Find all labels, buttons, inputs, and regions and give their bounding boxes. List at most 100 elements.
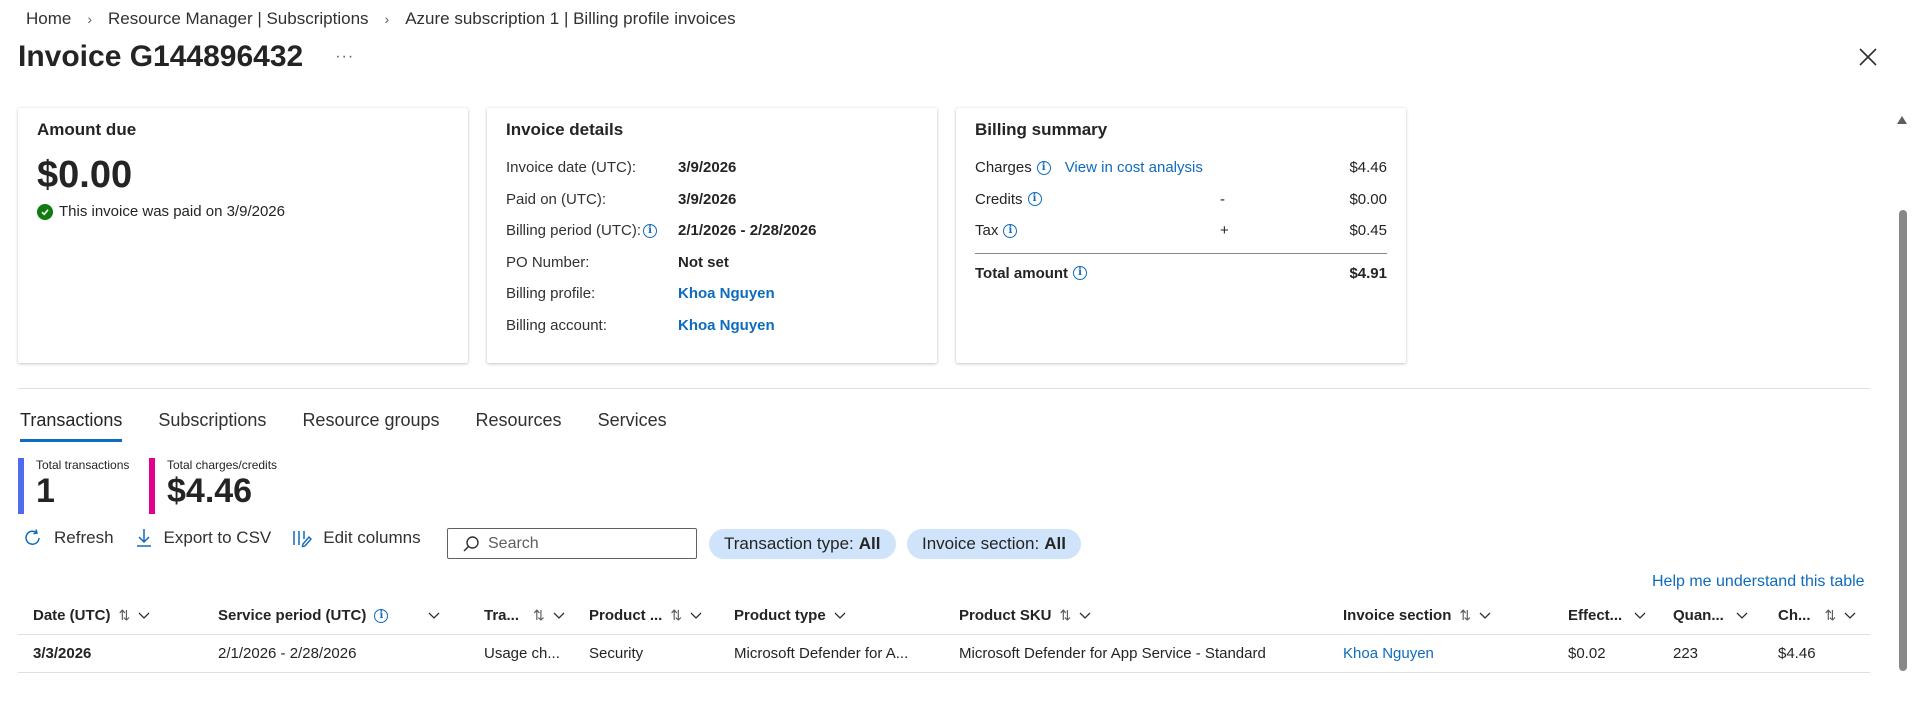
credits-amount: $0.00 xyxy=(1349,190,1387,208)
chevron-down-icon[interactable] xyxy=(138,612,150,620)
invoice-date-row: Invoice date (UTC): 3/9/2026 xyxy=(506,152,918,184)
refresh-button[interactable]: Refresh xyxy=(22,527,114,549)
scroll-up-arrow-icon[interactable] xyxy=(1897,116,1907,124)
tax-amount: $0.45 xyxy=(1349,222,1387,240)
title-row: Invoice G144896432 ··· xyxy=(18,40,354,74)
chevron-right-icon: › xyxy=(87,11,93,27)
chevron-right-icon: › xyxy=(384,11,390,27)
column-header-effective-price[interactable]: Effect... xyxy=(1553,607,1658,624)
charges-row: Charges i View in cost analysis $4.46 xyxy=(975,152,1387,184)
info-icon[interactable]: i xyxy=(374,608,389,623)
total-label-wrap: Total amount i xyxy=(975,265,1088,282)
info-icon[interactable]: i xyxy=(1003,223,1018,238)
credits-label: Credits xyxy=(975,190,1023,208)
tax-label: Tax xyxy=(975,222,999,240)
help-understand-table-link[interactable]: Help me understand this table xyxy=(1652,573,1865,591)
close-icon xyxy=(1859,48,1877,66)
edit-columns-button[interactable]: Edit columns xyxy=(291,527,421,549)
tab-transactions[interactable]: Transactions xyxy=(20,410,123,442)
charges-amount: $4.46 xyxy=(1349,159,1387,177)
billing-account-label: Billing account: xyxy=(506,316,607,334)
cell-product-sku: Microsoft Defender for App Service - Sta… xyxy=(959,645,1266,662)
refresh-label: Refresh xyxy=(54,528,114,547)
breadcrumb-home[interactable]: Home xyxy=(26,9,71,29)
tab-subscriptions[interactable]: Subscriptions xyxy=(158,410,266,442)
column-header-product[interactable]: Product ... ⇅ xyxy=(574,607,719,624)
info-icon[interactable]: i xyxy=(643,223,658,238)
billing-period-value: 2/1/2026 - 2/28/2026 xyxy=(678,222,817,240)
billing-period-label-wrap: Billing period (UTC): i xyxy=(506,222,678,239)
view-cost-analysis-link[interactable]: View in cost analysis xyxy=(1065,159,1203,176)
transaction-type-filter-value: All xyxy=(858,534,881,553)
column-header-label: Date (UTC) xyxy=(33,607,111,624)
total-charges-value: $4.46 xyxy=(167,472,253,510)
column-header-service-period[interactable]: Service period (UTC) i xyxy=(203,607,469,624)
cell-charges: $4.46 xyxy=(1778,645,1816,662)
tab-services[interactable]: Services xyxy=(598,410,667,442)
chevron-down-icon[interactable] xyxy=(834,612,846,620)
billing-profile-link[interactable]: Khoa Nguyen xyxy=(678,285,775,302)
sort-icon[interactable]: ⇅ xyxy=(533,607,545,624)
billing-summary-heading: Billing summary xyxy=(975,120,1108,139)
column-header-label: Tra... xyxy=(484,607,520,624)
search-input[interactable] xyxy=(488,534,688,553)
column-header-date[interactable]: Date (UTC) ⇅ xyxy=(18,607,203,624)
column-header-label: Product SKU xyxy=(959,607,1052,624)
billing-account-row: Billing account: Khoa Nguyen xyxy=(506,310,918,342)
chevron-down-icon[interactable] xyxy=(553,612,565,620)
scrollbar-thumb[interactable] xyxy=(1899,210,1907,671)
chevron-down-icon[interactable] xyxy=(1079,612,1091,620)
billing-profile-label: Billing profile: xyxy=(506,285,596,303)
credits-row: Credits i - $0.00 xyxy=(975,184,1387,216)
table-row[interactable]: 3/3/2026 2/1/2026 - 2/28/2026 Usage ch..… xyxy=(18,635,1870,673)
close-button[interactable] xyxy=(1857,46,1879,68)
column-header-quantity[interactable]: Quan... xyxy=(1658,607,1763,624)
chevron-down-icon[interactable] xyxy=(1844,612,1856,620)
more-options-button[interactable]: ··· xyxy=(335,48,354,66)
sort-icon[interactable]: ⇅ xyxy=(119,607,131,624)
chevron-down-icon[interactable] xyxy=(690,612,702,620)
stat-color-bar xyxy=(18,458,24,514)
info-icon[interactable]: i xyxy=(1073,266,1088,281)
transaction-type-filter[interactable]: Transaction type: All xyxy=(709,529,896,559)
breadcrumb-subscriptions[interactable]: Resource Manager | Subscriptions xyxy=(108,9,369,29)
invoice-date-label: Invoice date (UTC): xyxy=(506,159,637,177)
invoice-details-heading: Invoice details xyxy=(506,120,624,139)
sort-icon[interactable]: ⇅ xyxy=(670,607,682,624)
column-header-transaction-type[interactable]: Tra... ⇅ xyxy=(469,607,574,624)
chevron-down-icon[interactable] xyxy=(1479,612,1491,620)
amount-due-heading: Amount due xyxy=(37,120,137,139)
billing-account-link[interactable]: Khoa Nguyen xyxy=(678,317,775,334)
sort-icon[interactable]: ⇅ xyxy=(1060,607,1072,624)
cell-invoice-section-link[interactable]: Khoa Nguyen xyxy=(1328,645,1553,662)
credits-sign: - xyxy=(1220,190,1225,208)
chevron-down-icon[interactable] xyxy=(428,612,440,620)
chevron-down-icon[interactable] xyxy=(1736,612,1748,620)
invoice-details-card: Invoice details Invoice date (UTC): 3/9/… xyxy=(487,108,937,363)
tab-resource-groups[interactable]: Resource groups xyxy=(302,410,439,442)
info-icon[interactable]: i xyxy=(1027,192,1042,207)
column-header-product-sku[interactable]: Product SKU ⇅ xyxy=(944,607,1328,624)
column-header-invoice-section[interactable]: Invoice section ⇅ xyxy=(1328,607,1553,624)
billing-period-row: Billing period (UTC): i 2/1/2026 - 2/28/… xyxy=(506,215,918,247)
invoice-section-filter[interactable]: Invoice section: All xyxy=(907,529,1081,559)
column-header-label: Quan... xyxy=(1673,607,1724,624)
export-csv-label: Export to CSV xyxy=(163,528,272,547)
cell-transaction-type: Usage ch... xyxy=(484,645,560,662)
export-csv-button[interactable]: Export to CSV xyxy=(134,527,272,549)
info-icon[interactable]: i xyxy=(1036,160,1051,175)
sort-icon[interactable]: ⇅ xyxy=(1825,607,1837,624)
vertical-scrollbar[interactable] xyxy=(1897,110,1907,707)
column-header-charges[interactable]: Ch... ⇅ xyxy=(1763,607,1863,624)
sort-icon[interactable]: ⇅ xyxy=(1459,607,1471,624)
po-number-row: PO Number: Not set xyxy=(506,247,918,279)
paid-status: This invoice was paid on 3/9/2026 xyxy=(37,203,449,220)
cell-service-period: 2/1/2026 - 2/28/2026 xyxy=(218,645,357,662)
total-transactions-value: 1 xyxy=(36,472,55,510)
po-number-label: PO Number: xyxy=(506,253,590,271)
chevron-down-icon[interactable] xyxy=(1634,612,1646,620)
breadcrumb-billing-invoices[interactable]: Azure subscription 1 | Billing profile i… xyxy=(405,9,735,29)
tab-resources[interactable]: Resources xyxy=(476,410,562,442)
column-header-product-type[interactable]: Product type xyxy=(719,607,944,624)
invoice-section-filter-value: All xyxy=(1044,534,1066,553)
